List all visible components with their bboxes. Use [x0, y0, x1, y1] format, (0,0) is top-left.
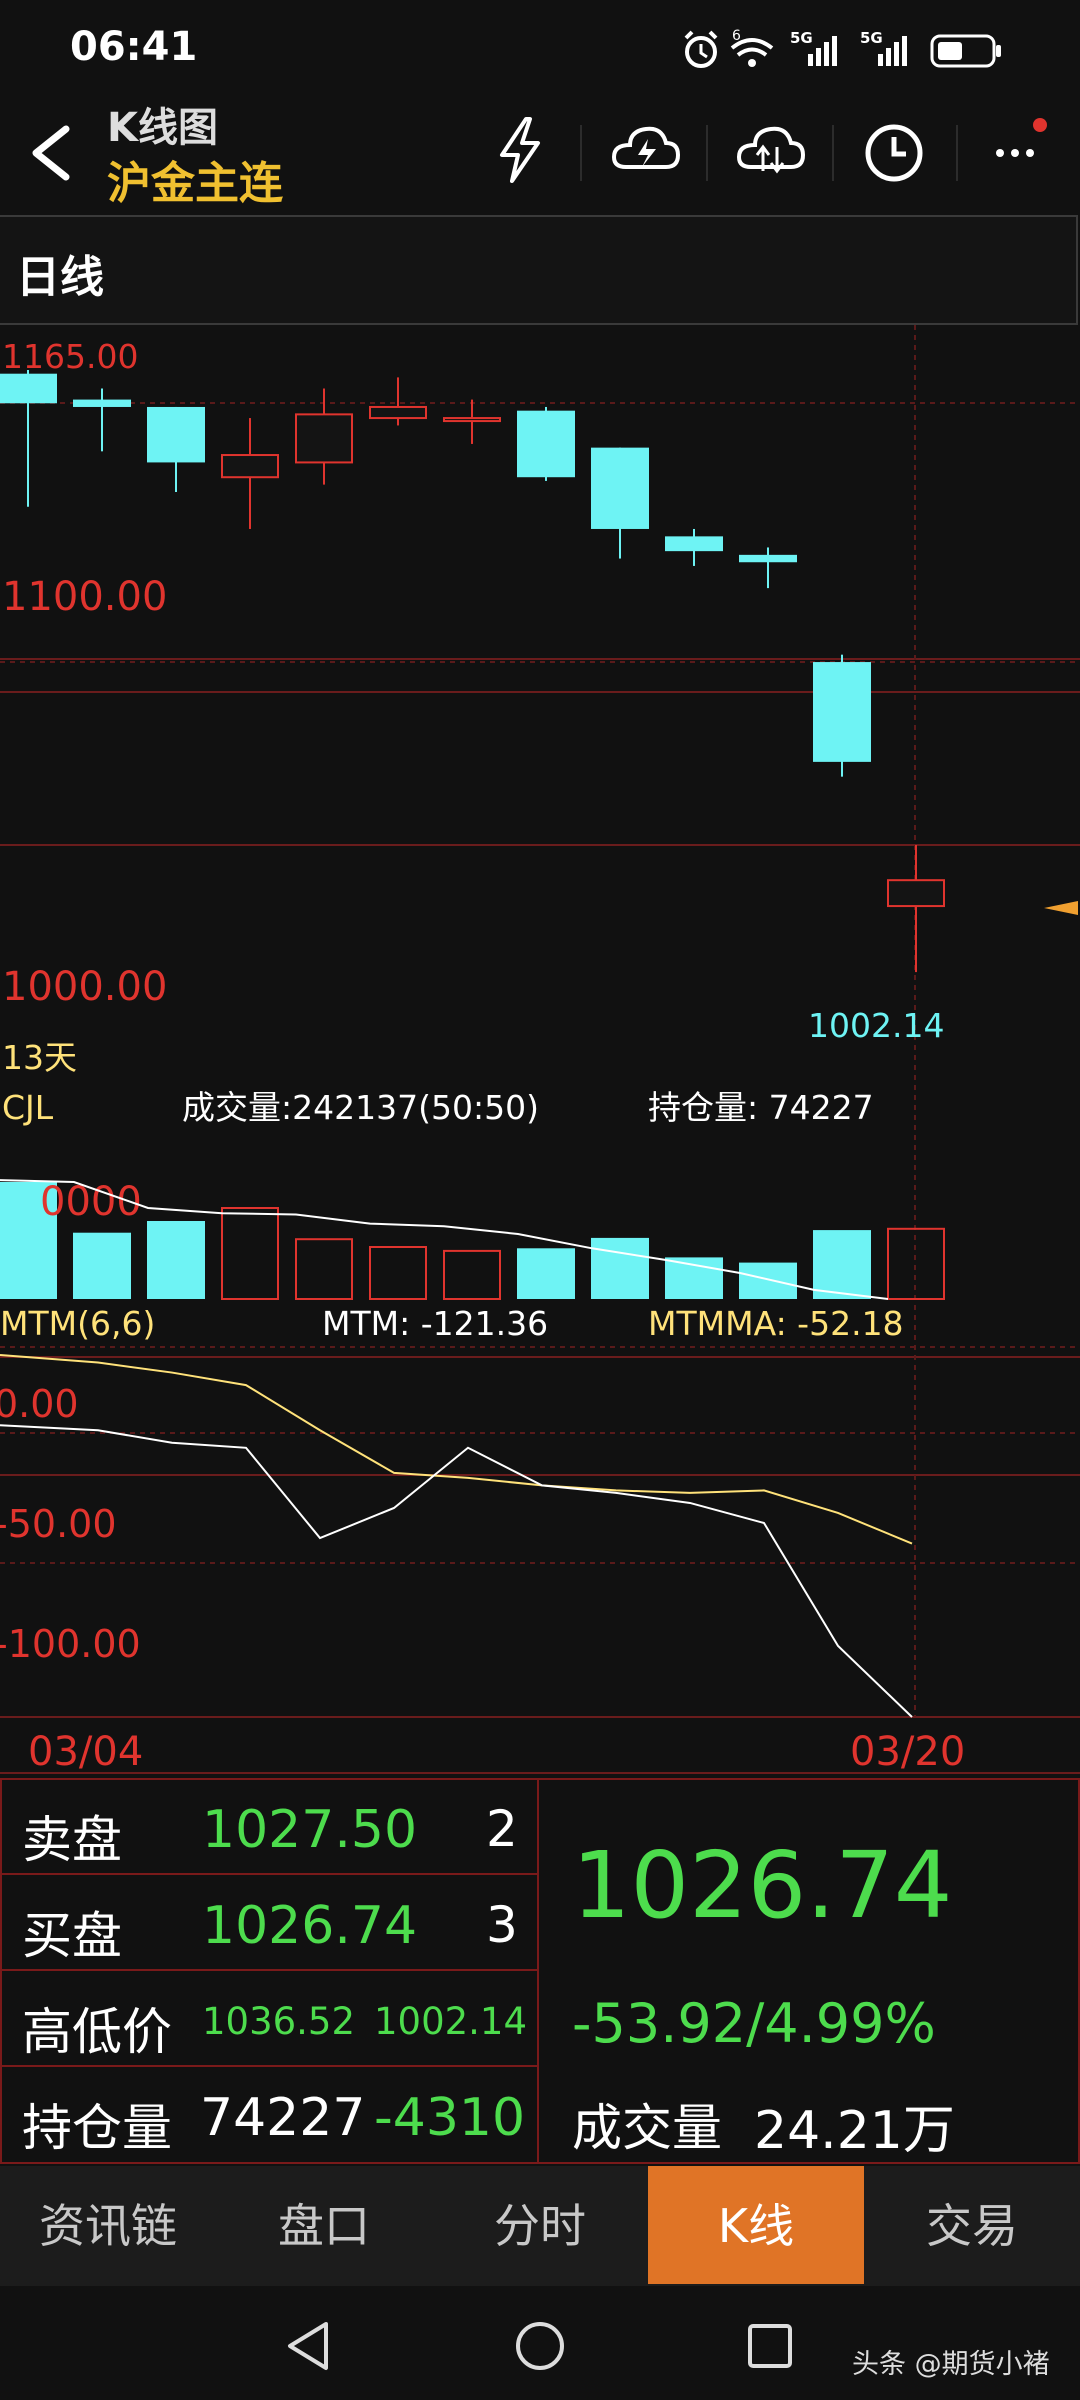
open-interest-readout: 持仓量: 74227 [648, 1088, 874, 1127]
sell-label: 卖盘 [22, 1811, 122, 1869]
signal-icon-1: 5G [790, 29, 837, 66]
lightning-icon[interactable] [490, 115, 550, 185]
clock-icon[interactable] [862, 121, 926, 185]
mtm-axis-0: 0.00 [0, 1382, 79, 1426]
kline-chart[interactable]: 0000 1165.00 1100.00 1000.00 1002.14 13天… [0, 325, 1080, 1775]
quote-panel: 卖盘 1027.50 2 买盘 1026.74 3 高低价 1036.52 10… [0, 1778, 1080, 2164]
date-start: 03/04 [28, 1729, 143, 1775]
volume-bar [813, 1230, 871, 1299]
mtmma-readout: MTMMA: -52.18 [648, 1304, 904, 1343]
volume-bar [665, 1257, 723, 1299]
nav-home-icon[interactable] [510, 2316, 570, 2376]
volume-value: 24.21万 [754, 2101, 955, 2161]
bottom-tabs: 资讯链 盘口 分时 K线 交易 [0, 2166, 1080, 2286]
candle-body [665, 536, 723, 552]
low-price-marker: 1002.14 [808, 1006, 944, 1045]
top-bar: K线图 沪金主连 [0, 95, 1080, 210]
volume-bar [369, 1246, 427, 1300]
mtm-readout: MTM: -121.36 [322, 1304, 548, 1343]
svg-text:5G: 5G [790, 29, 813, 47]
tab-intraday[interactable]: 分时 [432, 2166, 648, 2286]
buy-qty: 3 [486, 1896, 518, 1954]
status-time: 06:41 [70, 24, 198, 70]
system-nav-bar: 头条 @期货小褚 [0, 2286, 1080, 2400]
sell-qty: 2 [486, 1800, 518, 1858]
volume-bar [147, 1221, 205, 1299]
volume-indicator-name: CJL [2, 1088, 54, 1127]
nav-recents-icon[interactable] [740, 2316, 800, 2376]
battery-icon [930, 34, 1001, 68]
low-price: 1002.14 [374, 2000, 528, 2043]
candle-body [0, 373, 57, 404]
high-low-label: 高低价 [22, 2003, 172, 2061]
candle-body [295, 413, 353, 464]
volume-bar [73, 1232, 131, 1299]
open-interest-label: 持仓量 [22, 2099, 172, 2157]
status-icons: 6 5G 5G [684, 28, 1001, 68]
period-selector[interactable]: 日线 [0, 215, 1078, 325]
candle-body [147, 406, 205, 463]
candle-body [887, 879, 945, 908]
volume-bar [591, 1237, 649, 1299]
wifi-badge: 6 [732, 28, 741, 44]
buy-price: 1026.74 [202, 1896, 418, 1956]
volume-label: 成交量 [572, 2099, 722, 2157]
candle-body [221, 454, 279, 479]
more-icon[interactable] [990, 111, 1060, 181]
high-price: 1036.52 [202, 2000, 356, 2043]
candle-body [443, 417, 501, 423]
candle-body [73, 399, 131, 407]
last-price: 1026.74 [572, 1832, 953, 1939]
tab-news[interactable]: 资讯链 [0, 2166, 216, 2286]
volume-readout: 成交量:242137(50:50) [182, 1088, 539, 1127]
period-label: 日线 [16, 252, 104, 303]
sell-price: 1027.50 [202, 1800, 418, 1860]
tab-kline[interactable]: K线 [648, 2166, 864, 2284]
cloud-transfer-icon[interactable] [733, 121, 805, 181]
page-title: K线图 [107, 105, 218, 151]
volume-bars: 0000 [0, 1179, 945, 1301]
current-price-pointer [1044, 901, 1078, 915]
back-icon[interactable] [22, 123, 82, 183]
volume-bar [739, 1262, 797, 1299]
price-axis-bottom: 1000.00 [2, 964, 167, 1010]
chart-grid [0, 325, 1080, 1774]
mtm-line [0, 1424, 913, 1718]
mtm-indicator-name: MTM(6,6) [0, 1304, 155, 1343]
contract-name: 沪金主连 [107, 158, 283, 209]
alarm-icon [684, 30, 718, 68]
mtm-axis-50: -50.00 [0, 1502, 117, 1546]
price-axis-top: 1165.00 [2, 337, 138, 376]
candle-body [813, 662, 871, 762]
nav-back-icon[interactable] [280, 2316, 340, 2376]
open-interest-change: -4310 [374, 2088, 526, 2148]
volume-bar [517, 1248, 575, 1299]
volume-bar [221, 1207, 279, 1300]
mtmma-line [0, 1354, 913, 1545]
days-label: 13天 [2, 1038, 77, 1077]
mtm-axis-100: -100.00 [0, 1622, 141, 1666]
buy-label: 买盘 [22, 1907, 122, 1965]
status-bar: 06:41 6 5G 5G [0, 0, 1080, 95]
volume-bar [295, 1238, 353, 1301]
candle-body [369, 405, 427, 420]
candle-body [591, 447, 649, 529]
tab-orderbook[interactable]: 盘口 [216, 2166, 432, 2286]
volume-bar [443, 1249, 501, 1301]
signal-icon-2: 5G [860, 29, 907, 66]
cloud-sync-icon[interactable] [608, 121, 680, 181]
open-interest-value: 74227 [200, 2088, 366, 2148]
watermark: 头条 @期货小褚 [852, 2349, 1050, 2380]
candle-body [739, 554, 797, 563]
candles [0, 370, 945, 973]
wifi-icon [730, 38, 774, 67]
price-axis-mid: 1100.00 [2, 574, 167, 620]
candle-body [517, 410, 575, 478]
date-end: 03/20 [850, 1729, 965, 1775]
tab-trade[interactable]: 交易 [864, 2166, 1080, 2286]
price-change: -53.92/4.99% [572, 1992, 936, 2055]
svg-text:5G: 5G [860, 29, 883, 47]
volume-axis-label: 0000 [40, 1179, 142, 1225]
